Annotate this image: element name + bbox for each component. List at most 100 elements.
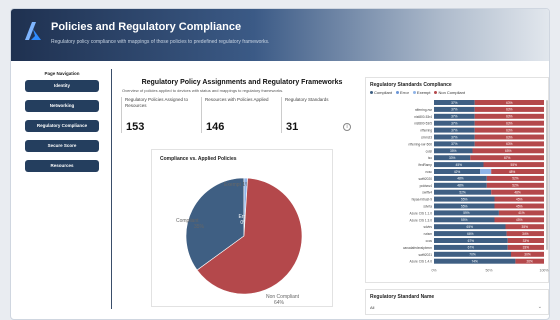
bar-category-label: nist800-53r4 (414, 115, 432, 119)
pie-value-compliant: 35% (194, 224, 205, 230)
bar-data-label: 48% (457, 177, 464, 181)
bar-category-label: Azure CIS 1.4.0 (409, 260, 432, 264)
x-tick-label: 0% (431, 269, 436, 273)
bar-category-label: nfferring (420, 129, 432, 133)
bar-data-label: 33% (523, 239, 530, 243)
bar-data-label: 48% (457, 184, 464, 188)
pie-chart: Compliant35%Exempt 1%Error0%Non Complian… (176, 177, 303, 306)
stacked-bar-chart: 37% 63% nfferring-rwr 37% 63% nist800-53r4 37%… (403, 100, 549, 273)
regulatory-standard-slicer[interactable]: Regulatory Standard Name All ⌄ (365, 289, 549, 315)
bar-category-label: swiftv4 (422, 191, 432, 195)
bar-data-label: 45% (516, 218, 523, 222)
bar-data-label: 63% (506, 135, 513, 139)
azure-logo-icon (25, 22, 41, 40)
bar-category-label: cuisl (426, 149, 433, 153)
bar-data-label: 37% (451, 128, 458, 132)
kpi-label: Resources with Policies Applied (205, 97, 269, 102)
chart-scrollbar[interactable] (546, 100, 548, 250)
bar-data-label: 67% (468, 246, 475, 250)
bar-data-label: 63% (506, 101, 513, 105)
bar-data-label: 45% (456, 163, 463, 167)
bar-data-label: 63% (506, 128, 513, 132)
page-navigation: Page Navigation Identity Networking Regu… (21, 71, 103, 180)
bar-data-label: 67% (504, 156, 511, 160)
bar-category-label: nfferring-rwr-500 (408, 142, 432, 146)
bar-data-label: 55% (461, 197, 468, 201)
bar-data-label: 45% (516, 204, 523, 208)
bar-category-label: hipaa-hitrust-9 (412, 198, 433, 202)
bar-data-label: 59% (463, 211, 470, 215)
bar-data-label: 74% (472, 260, 479, 264)
bar-category-label: iso (428, 156, 432, 160)
bar-segment-non-compliant[interactable] (491, 169, 544, 174)
nav-heading: Page Navigation (44, 71, 80, 76)
bar-category-label: Azure CIS 1.3.0 (409, 218, 432, 222)
bar-data-label: 45% (516, 197, 523, 201)
pie-value-non-compliant: 64% (274, 300, 285, 306)
bar-data-label: 63% (506, 122, 513, 126)
kpi-label: Regulatory Standards (285, 97, 329, 102)
x-tick-label: 100% (540, 269, 549, 273)
nav-button-networking[interactable]: Networking (25, 100, 99, 112)
nav-button-regulatory-compliance[interactable]: Regulatory Compliance (25, 120, 99, 132)
bar-data-label: 48% (509, 170, 516, 174)
nav-button-identity[interactable]: Identity (25, 80, 99, 92)
page-title: Policies and Regulatory Compliance (51, 21, 242, 33)
bar-data-label: 67% (468, 239, 475, 243)
bar-data-label: 65% (505, 149, 512, 153)
bar-category-label: Azure CIS 1.1.0 (409, 211, 432, 215)
bar-data-label: 37% (451, 101, 458, 105)
nav-button-secure-score[interactable]: Secure Score (25, 140, 99, 152)
bar-data-label: 37% (451, 115, 458, 119)
kpi-card-resources-with-policies[interactable]: Resources with Policies Applied 146 (201, 97, 275, 133)
kpi-value: 31 (286, 121, 299, 133)
kpi-card-policies-assigned[interactable]: Regulatory Policies Assigned to Resource… (121, 97, 195, 133)
kpi-panel-title: Regulatory Policy Assignments and Regula… (141, 79, 343, 86)
bar-data-label: 65% (467, 225, 474, 229)
bar-category-label: pcidssv4 (420, 184, 433, 188)
bar-data-label: 63% (506, 108, 513, 112)
bar-data-label: 55% (511, 163, 518, 167)
bar-category-label: swift2021 (419, 253, 433, 257)
kpi-value: 153 (126, 121, 145, 133)
bar-data-label: 52% (459, 191, 466, 195)
bar-data-label: 52% (512, 177, 519, 181)
nav-button-resources[interactable]: Resources (25, 160, 99, 172)
bar-data-label: 63% (506, 142, 513, 146)
bar-category-label: canadafederalpbmm (403, 246, 432, 250)
bar-data-label: 37% (451, 135, 458, 139)
sidebar-divider (111, 69, 112, 309)
x-tick-label: 50% (485, 269, 492, 273)
kpi-panel: Regulatory Policy Assignments and Regula… (117, 73, 367, 143)
kpi-label: Regulatory Policies Assigned to Resource… (125, 97, 189, 108)
pie-label-exempt: Exempt 1% (224, 182, 250, 188)
bar-category-label: nzism (424, 232, 433, 236)
bar-data-label: 26% (527, 260, 534, 264)
bar-data-label: 55% (461, 204, 468, 208)
bar-data-label: 33% (449, 156, 456, 160)
bar-segment-exempt[interactable] (480, 169, 492, 174)
bar-category-label: nfferring-rwr (415, 108, 433, 112)
bar-data-label: 66% (467, 232, 474, 236)
bar-data-label: 37% (451, 108, 458, 112)
bar-data-label: 30% (524, 253, 531, 257)
slicer-selected-value: All (370, 305, 375, 310)
bar-data-label: 37% (451, 122, 458, 126)
report-canvas: Policies and Regulatory Compliance Regul… (10, 8, 550, 320)
bar-category-label: sdvrta (423, 205, 432, 209)
bar-category-label: nist800-53r5 (414, 122, 432, 126)
bar-data-label: 48% (514, 191, 521, 195)
kpi-cards: Regulatory Policies Assigned to Resource… (121, 97, 361, 133)
bar-data-label: 35% (450, 149, 457, 153)
info-icon[interactable]: i (343, 123, 351, 131)
bar-data-label: 55% (461, 218, 468, 222)
bar-chart-card: Regulatory Standards Compliance Complian… (365, 77, 549, 283)
bar-category-label: cmmcl3 (421, 136, 432, 140)
bar-data-label: 52% (512, 184, 519, 188)
page-subtitle: Regulatory policy compliance with mappin… (51, 39, 270, 45)
report-header: Policies and Regulatory Compliance Regul… (11, 9, 549, 61)
chevron-down-icon[interactable]: ⌄ (538, 304, 542, 310)
bar-data-label: 34% (522, 232, 529, 236)
bar-data-label: 41% (518, 211, 525, 215)
bar-data-label: 33% (523, 246, 530, 250)
